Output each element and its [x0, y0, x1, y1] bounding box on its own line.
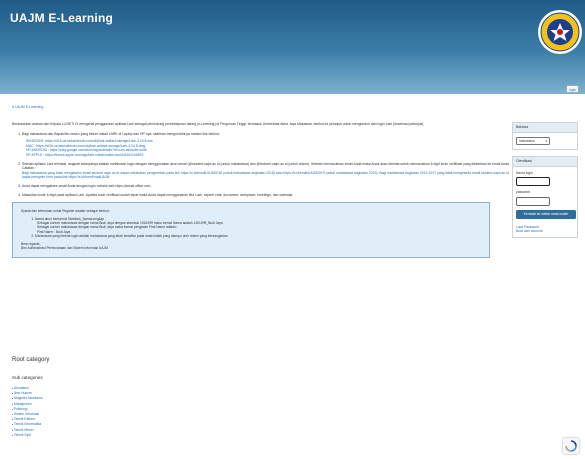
step-item: Masukkan kode 6 digit pada aplikasi Lark… [22, 193, 512, 198]
login-block-title: Otentikasi [513, 156, 577, 167]
steps-list: Bagi mahasiswa dan Bapak/Ibu dosen yang … [12, 132, 512, 198]
submit-button[interactable]: Kembali ke daftar mata kuliah [516, 209, 576, 219]
download-links: WINDOWS: https://sf16-va.larksuitecdn.co… [22, 139, 512, 157]
main-content: Berdasarkan arahan dari Kepala LLDIKTI I… [12, 122, 512, 258]
category-link[interactable]: Teknik Informatika [12, 422, 43, 427]
notice-item: Mahasiswa yang berhak login adalah mahas… [35, 234, 481, 238]
site-title[interactable]: UAJM E-Learning [10, 10, 113, 26]
login-block: Otentikasi Nama login password Kembali k… [512, 155, 578, 239]
category-link[interactable]: Magister Akuntansi [12, 396, 43, 401]
breadcrumb[interactable]: # UAJM E-Learning [12, 105, 43, 110]
step-text: Bagi mahasiswa dan Bapak/Ibu dosen yang … [22, 131, 220, 136]
step-text: Masukkan kode 6 digit pada aplikasi Lark… [22, 192, 294, 197]
language-block: Bahasa Indonesian ▾ [512, 122, 578, 150]
step-item: Anda dapat mengakses email Anda dengan l… [22, 184, 512, 189]
notice-heading: Syarat dan ketentuan untuk Register adal… [21, 209, 111, 214]
language-block-title: Bahasa [513, 123, 577, 133]
chevron-down-icon: ▾ [545, 138, 547, 143]
login-button[interactable]: login [566, 85, 579, 93]
sub-categories-title: Sub categories [12, 375, 43, 380]
notice-signature: Biro Administrasi Perencanaan dan Sistem… [21, 246, 108, 251]
university-logo-icon [538, 10, 582, 54]
step-item: Bagi mahasiswa dan Bapak/Ibu dosen yang … [22, 132, 512, 158]
recaptcha-icon [565, 440, 577, 452]
intro-text: Berdasarkan arahan dari Kepala LLDIKTI I… [12, 122, 424, 126]
notice-list: Nama akun berformat Stambuk_NamaLengkap … [21, 217, 481, 239]
create-account-link[interactable]: Buat user account [516, 229, 574, 233]
download-link-apple[interactable]: HP APPLE : https://itunes.apple.com/app/… [26, 153, 512, 158]
category-list: Akuntansi Ilmu Hukum Magister Akuntansi … [12, 386, 43, 438]
notice-item: Nama akun berformat Stambuk_NamaLengkap … [35, 217, 481, 235]
category-link[interactable]: Teknik Sipil [12, 433, 43, 438]
password-input[interactable] [516, 196, 550, 206]
language-select-value: Indonesian [519, 138, 535, 143]
root-category-title: Root category [12, 357, 50, 363]
notice-item-text: Nama akun berformat Stambuk_NamaLengkap [35, 216, 105, 221]
sidebar: Bahasa Indonesian ▾ Otentikasi Nama logi… [512, 122, 578, 244]
step-item: Setelah aplikasi Lark terinstal, langkah… [22, 162, 512, 180]
note-text[interactable]: Bagi mahasiswa yang tidak mengetahui ema… [22, 171, 512, 180]
site-header: UAJM E-Learning login [0, 0, 585, 94]
password-label: password [516, 190, 531, 195]
username-input[interactable] [516, 177, 550, 187]
recaptcha-badge[interactable] [563, 438, 579, 454]
username-label: Nama login [516, 170, 533, 175]
step-text: Setelah aplikasi Lark terinstal, langkah… [22, 161, 510, 166]
language-select[interactable]: Indonesian ▾ [516, 136, 550, 145]
register-notice: Syarat dan ketentuan untuk Register adal… [12, 202, 490, 258]
notice-item-text: Mahasiswa yang berhak login adalah mahas… [35, 234, 228, 239]
step-text: Anda dapat mengakses email Anda dengan l… [22, 183, 151, 188]
